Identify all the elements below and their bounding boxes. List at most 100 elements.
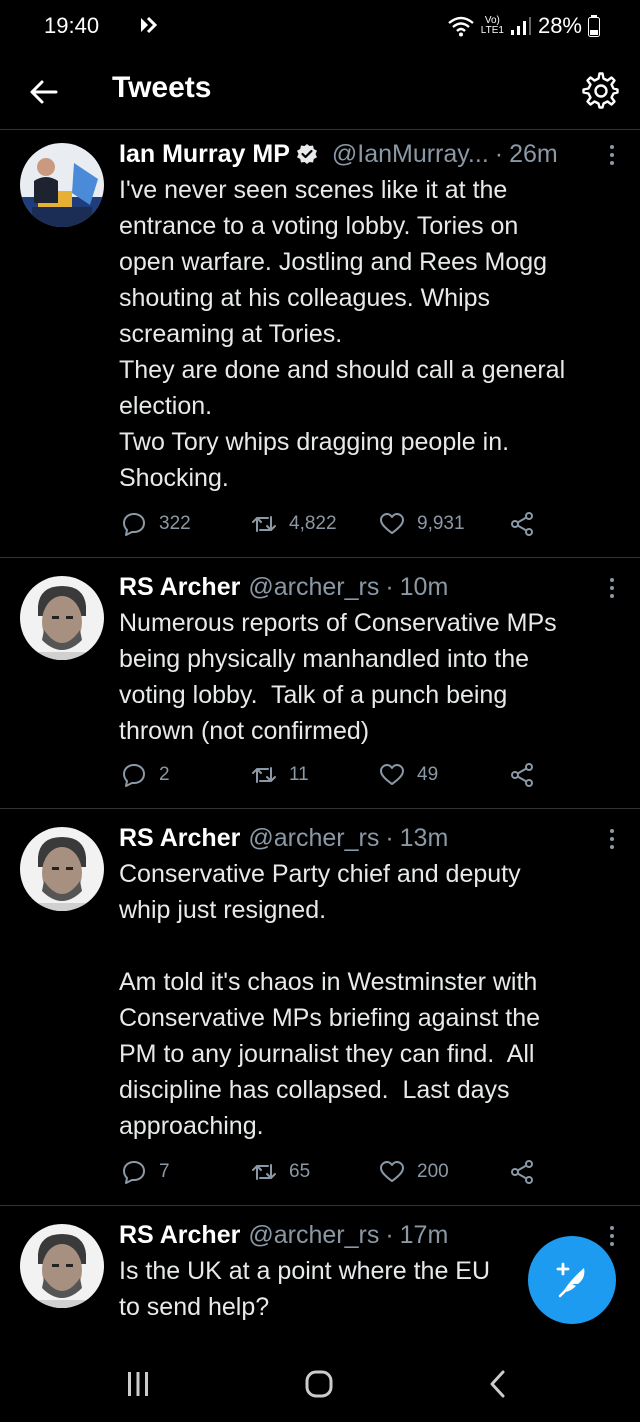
more-options-button[interactable]	[602, 824, 622, 854]
separator-dot: ·	[385, 572, 394, 601]
tweet-header: RS Archer @archer_rs · 10m	[119, 570, 588, 604]
retweet-icon	[252, 767, 276, 783]
lte-label: LTE1	[480, 25, 504, 36]
author-handle[interactable]: @IanMurray...	[332, 140, 489, 169]
tweet-time[interactable]: 26m	[509, 140, 558, 169]
reply-button[interactable]: 322	[121, 511, 191, 537]
like-count: 49	[417, 764, 439, 785]
like-button[interactable]: 200	[379, 1159, 449, 1185]
avatar[interactable]	[20, 827, 104, 911]
author-name[interactable]: RS Archer	[119, 824, 240, 853]
tweet-time[interactable]: 13m	[400, 824, 449, 853]
author-name[interactable]: RS Archer	[119, 573, 240, 602]
share-button[interactable]	[509, 762, 535, 788]
share-button[interactable]	[509, 1159, 535, 1185]
like-button[interactable]: 49	[379, 762, 438, 788]
avatar-image	[20, 1224, 104, 1308]
reply-icon	[123, 764, 145, 787]
tweet[interactable]: RS Archer @archer_rs · 10m Numerous repo…	[0, 558, 640, 809]
share-icon	[511, 1160, 533, 1184]
like-count: 9,931	[417, 513, 465, 534]
avatar[interactable]	[20, 1224, 104, 1308]
wifi-icon	[448, 16, 474, 37]
app-header: Tweets	[0, 54, 640, 130]
retweet-icon	[252, 516, 276, 532]
like-button[interactable]: 9,931	[379, 511, 465, 537]
avatar-image	[20, 143, 104, 227]
share-icon	[511, 512, 533, 536]
avatar[interactable]	[20, 143, 104, 227]
arrow-left-icon	[30, 80, 58, 104]
author-handle[interactable]: @archer_rs	[248, 1221, 379, 1250]
reply-count: 2	[159, 764, 170, 785]
separator-dot: ·	[494, 139, 504, 168]
battery-percent: 28%	[537, 13, 582, 38]
like-count: 200	[417, 1161, 449, 1182]
more-options-button[interactable]	[602, 1221, 622, 1251]
retweet-button[interactable]: 65	[251, 1159, 310, 1185]
reply-icon	[123, 1161, 145, 1184]
tweet-actions: 2 11 49	[121, 762, 561, 792]
avatar-image	[20, 576, 104, 660]
retweet-count: 11	[289, 764, 309, 785]
share-button[interactable]	[509, 511, 535, 537]
status-right: Vo) LTE1 28%	[447, 13, 600, 39]
tweet-header: RS Archer @archer_rs · 13m	[119, 821, 588, 855]
tweet-actions: 7 65 200	[121, 1159, 561, 1189]
feather-plus-icon	[556, 1262, 585, 1298]
avatar[interactable]	[20, 576, 104, 660]
settings-button[interactable]	[582, 72, 620, 110]
moon-icon	[118, 17, 126, 33]
more-options-button[interactable]	[602, 140, 622, 170]
tweet-header: RS Archer @archer_rs · 17m	[119, 1218, 588, 1252]
home-icon	[305, 1370, 333, 1398]
reply-button[interactable]: 7	[121, 1159, 170, 1185]
recent-apps-icon	[128, 1372, 148, 1396]
retweet-count: 65	[289, 1161, 311, 1182]
back-button[interactable]	[26, 74, 62, 110]
tweet[interactable]: Ian Murray MP @IanMurray... · 26m I've n…	[0, 131, 640, 558]
tweet-text: Numerous reports of Conservative MPs bei…	[119, 609, 557, 745]
chevron-left-icon	[490, 1370, 505, 1398]
retweet-button[interactable]: 4,822	[251, 511, 337, 537]
retweet-button[interactable]: 11	[251, 762, 309, 788]
separator-dot: ·	[385, 823, 394, 852]
retweet-count: 4,822	[289, 513, 337, 534]
more-options-button[interactable]	[602, 573, 622, 603]
tweet-header: Ian Murray MP @IanMurray... · 26m	[119, 137, 588, 171]
tweet-text: Conservative Party chief and deputy whip…	[119, 860, 541, 1140]
reply-button[interactable]: 2	[121, 762, 170, 788]
heart-icon	[380, 764, 404, 785]
tweet-text: I've never seen scenes like it at the en…	[119, 176, 566, 492]
status-left-icons	[114, 15, 158, 35]
page-title: Tweets	[112, 71, 212, 104]
separator-dot: ·	[385, 1220, 394, 1249]
avatar-image	[20, 827, 104, 911]
system-back-button[interactable]	[486, 1370, 510, 1403]
author-handle[interactable]: @archer_rs	[248, 824, 379, 853]
compose-tweet-button[interactable]	[528, 1236, 616, 1324]
verified-badge-icon	[296, 144, 317, 164]
tweet[interactable]: RS Archer @archer_rs · 13m Conservative …	[0, 809, 640, 1206]
heart-icon	[380, 1161, 404, 1182]
retweet-icon	[252, 1164, 276, 1180]
recent-apps-button[interactable]	[126, 1370, 150, 1403]
cast-icon	[141, 16, 158, 34]
reply-icon	[123, 513, 145, 536]
system-nav-bar	[0, 1342, 640, 1422]
signal-icon	[510, 17, 531, 35]
share-icon	[511, 763, 533, 787]
home-button[interactable]	[304, 1370, 334, 1403]
tweet-time[interactable]: 10m	[400, 573, 449, 602]
author-handle[interactable]: @archer_rs	[248, 573, 379, 602]
heart-icon	[380, 513, 404, 534]
volte-indicator: Vo) LTE1	[481, 16, 504, 36]
gear-icon	[582, 72, 619, 109]
author-name[interactable]: Ian Murray MP	[119, 140, 290, 169]
status-bar: 19:40 Vo) LTE1 28%	[0, 0, 640, 54]
reply-count: 322	[159, 513, 191, 534]
author-name[interactable]: RS Archer	[119, 1221, 240, 1250]
tweet-time[interactable]: 17m	[400, 1221, 449, 1250]
tweet-actions: 322 4,822 9,931	[121, 511, 561, 541]
status-time: 19:40	[44, 13, 100, 38]
